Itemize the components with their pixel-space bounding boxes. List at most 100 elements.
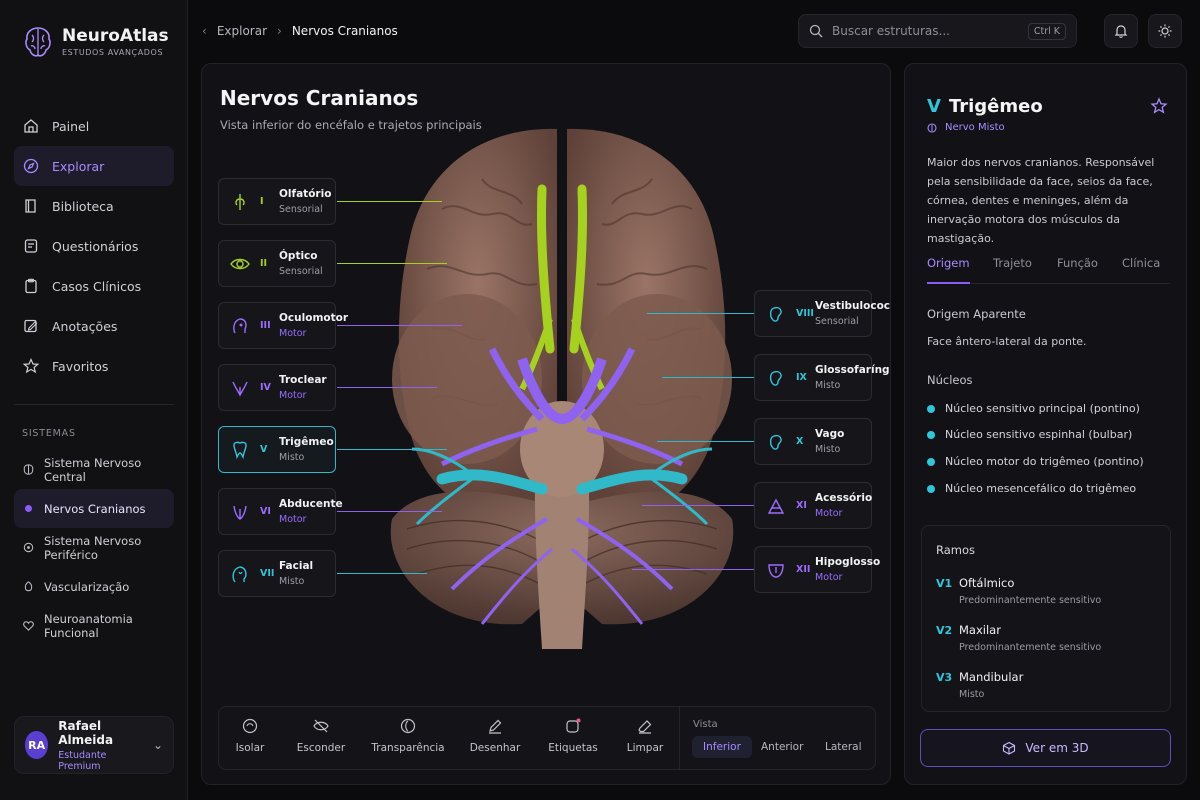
nerve-card-abducente[interactable]: VI Abducente Motor — [218, 488, 343, 535]
tool-label: Etiquetas — [548, 742, 598, 754]
app-logo[interactable]: NeuroAtlas ESTUDOS AVANÇADOS — [22, 24, 169, 60]
branch-item[interactable]: V1 Oftálmico Predominantemente sensitivo — [936, 576, 1101, 606]
nerve-number: X — [796, 436, 804, 447]
transparency-button[interactable]: Transparência — [371, 717, 445, 754]
nerve-number: VII — [260, 568, 275, 579]
system-item-snp[interactable]: Sistema Nervoso Periférico — [14, 528, 174, 567]
theme-toggle-button[interactable] — [1148, 14, 1182, 48]
branch-name: Maxilar — [959, 623, 1001, 637]
nerve-card-acessorio[interactable]: XI Acessório Motor — [754, 482, 872, 529]
nerve-type: Misto — [815, 380, 841, 391]
search-input[interactable] — [832, 24, 1012, 38]
nav-item-questionarios[interactable]: Questionários — [14, 226, 174, 266]
nerve-type: Motor — [279, 514, 307, 525]
branches-title: Ramos — [936, 543, 976, 557]
system-label: Neuroanatomia Funcional — [44, 611, 133, 640]
nerve-card-vestibulococlear[interactable]: VIII Vestibulococlear Sensorial — [754, 290, 890, 337]
nuclei-title: Núcleos — [927, 373, 973, 387]
branch-item[interactable]: V3 Mandibular Misto — [936, 670, 1023, 700]
nerve-card-olfatorio[interactable]: I Olfatório Sensorial — [218, 178, 336, 225]
nucleus-label: Núcleo motor do trigêmeo (pontino) — [945, 455, 1144, 468]
view-label: Vista — [693, 719, 718, 730]
labels-button[interactable]: Etiquetas — [538, 717, 608, 754]
nerve-number: II — [260, 258, 268, 269]
notifications-button[interactable] — [1104, 14, 1138, 48]
nav-item-biblioteca[interactable]: Biblioteca — [14, 186, 174, 226]
system-item-nervos-cranianos[interactable]: Nervos Cranianos — [14, 489, 174, 528]
view-3d-button[interactable]: Ver em 3D — [920, 729, 1171, 767]
user-profile[interactable]: RA Rafael Almeida Estudante Premium ⌄ — [14, 716, 174, 774]
system-item-snc[interactable]: Sistema Nervoso Central — [14, 450, 174, 489]
nerve-card-optico[interactable]: II Óptico Sensorial — [218, 240, 336, 287]
breadcrumb-parent[interactable]: Explorar — [217, 24, 267, 38]
nerve-card-troclear[interactable]: IV Troclear Motor — [218, 364, 336, 411]
avatar: RA — [25, 731, 49, 759]
nerve-type: Motor — [815, 508, 843, 519]
tab-trajeto[interactable]: Trajeto — [993, 256, 1032, 284]
nucleus-item: Núcleo sensitivo espinhal (bulbar) — [927, 428, 1132, 441]
view-option-anterior[interactable]: Anterior — [750, 736, 814, 758]
detail-number: V — [927, 96, 941, 117]
ear-icon — [769, 434, 782, 450]
nerve-type: Misto — [279, 576, 305, 587]
breadcrumb: ‹ Explorar › Nervos Cranianos — [202, 22, 398, 40]
chevron-left-icon[interactable]: ‹ — [202, 24, 207, 38]
system-label: Vascularização — [44, 579, 130, 594]
nerve-card-oculomotor[interactable]: III Oculomotor Motor — [218, 302, 348, 349]
tab-funcao[interactable]: Função — [1057, 256, 1098, 284]
tool-label: Transparência — [371, 742, 445, 754]
nerve-number: IX — [796, 372, 807, 383]
nerve-card-facial[interactable]: VII Facial Misto — [218, 550, 336, 597]
nav-item-explorar[interactable]: Explorar — [14, 146, 174, 186]
nerve-name: Vago — [815, 428, 845, 440]
view-option-inferior[interactable]: Inferior — [692, 736, 752, 758]
connector-line — [657, 441, 754, 442]
nerve-name: Hipoglosso — [815, 556, 881, 568]
nerve-card-vago[interactable]: X Vago Misto — [754, 418, 872, 465]
favorite-star-icon[interactable] — [1150, 97, 1168, 115]
nav-item-favoritos[interactable]: Favoritos — [14, 346, 174, 386]
nerve-number: V — [260, 444, 268, 455]
nucleus-label: Núcleo sensitivo principal (pontino) — [945, 402, 1140, 415]
viewer-toolbar: Isolar Esconder Transparência Desenhar E… — [218, 706, 876, 770]
tab-origem[interactable]: Origem — [927, 256, 970, 284]
nerve-name: Glossofaríngeo — [815, 364, 890, 376]
nerve-card-trigemeo[interactable]: V Trigêmeo Misto — [218, 426, 336, 473]
nav-item-painel[interactable]: Painel — [14, 106, 174, 146]
tongue-icon — [768, 563, 784, 578]
nav-item-casos-clinicos[interactable]: Casos Clínicos — [14, 266, 174, 306]
detail-type: Nervo Misto — [927, 122, 1005, 133]
tab-clinica[interactable]: Clínica — [1122, 256, 1160, 284]
chevron-down-icon[interactable]: ⌄ — [153, 738, 163, 752]
nav-item-anotacoes[interactable]: Anotações — [14, 306, 174, 346]
eye-icon — [230, 258, 250, 269]
trochlear-icon — [232, 381, 248, 397]
view-option-lateral[interactable]: Lateral — [814, 736, 873, 758]
branch-desc: Predominantemente sensitivo — [959, 642, 1102, 653]
branch-desc: Misto — [959, 689, 985, 700]
hide-button[interactable]: Esconder — [286, 717, 356, 754]
connector-line — [337, 325, 462, 326]
branch-desc: Predominantemente sensitivo — [959, 595, 1102, 606]
nerve-type: Misto — [815, 444, 841, 455]
tool-label: Desenhar — [469, 742, 521, 754]
branch-item[interactable]: V2 Maxilar Predominantemente sensitivo — [936, 623, 1101, 653]
pencil-icon — [24, 319, 38, 333]
nerve-card-hipoglosso[interactable]: XII Hipoglosso Motor — [754, 546, 880, 593]
nerve-type: Motor — [279, 390, 307, 401]
search-bar[interactable]: Ctrl K — [798, 14, 1077, 48]
clear-button[interactable]: Limpar — [610, 717, 680, 754]
system-item-neuroanatomia[interactable]: Neuroanatomia Funcional — [14, 606, 174, 645]
system-label: Sistema Nervoso Central — [44, 455, 142, 484]
view-3d-label: Ver em 3D — [1025, 741, 1089, 755]
sidebar: NeuroAtlas ESTUDOS AVANÇADOS Painel Expl… — [0, 0, 188, 800]
nerve-card-glossofaringeo[interactable]: IX Glossofaríngeo Misto — [754, 354, 890, 401]
nucleus-label: Núcleo sensitivo espinhal (bulbar) — [945, 428, 1133, 441]
isolate-button[interactable]: Isolar — [215, 717, 285, 754]
branch-code: V1 — [936, 577, 953, 590]
heart-icon — [23, 621, 34, 631]
detail-description: Maior dos nervos cranianos. Responsável … — [927, 156, 1155, 245]
quiz-icon — [24, 239, 38, 253]
system-item-vascularizacao[interactable]: Vascularização — [14, 567, 174, 606]
draw-button[interactable]: Desenhar — [460, 717, 530, 754]
